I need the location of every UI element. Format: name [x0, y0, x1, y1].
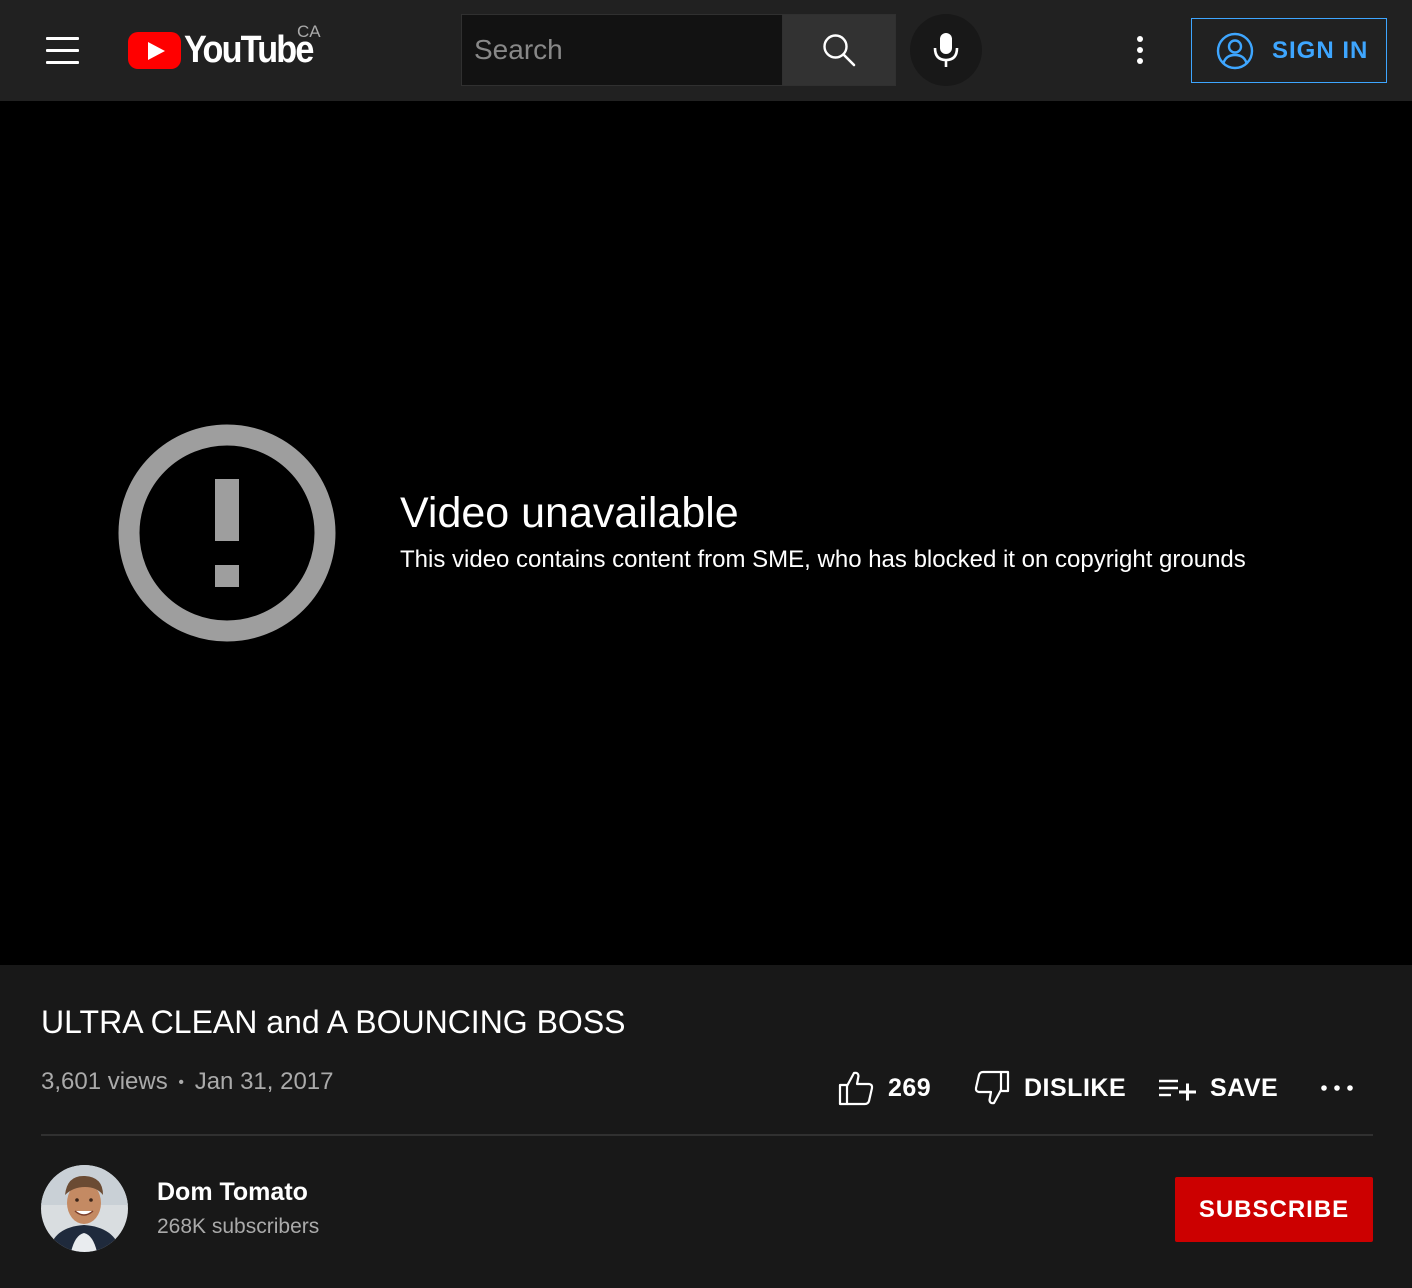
- error-title: Video unavailable: [400, 489, 739, 537]
- channel-avatar-image: [41, 1165, 128, 1252]
- search-input[interactable]: [462, 33, 782, 67]
- thumbs-up-icon: [838, 1071, 874, 1106]
- search-button[interactable]: [782, 14, 896, 86]
- search-box: [461, 14, 782, 86]
- save-button[interactable]: SAVE: [1158, 1066, 1278, 1110]
- microphone-icon: [933, 33, 959, 67]
- youtube-play-icon: [128, 31, 181, 69]
- vertical-dots-icon[interactable]: [1120, 30, 1160, 70]
- like-button[interactable]: 269: [838, 1066, 931, 1110]
- video-title: ULTRA CLEAN and A BOUNCING BOSS: [41, 1004, 626, 1040]
- save-label: SAVE: [1210, 1073, 1279, 1102]
- exclamation-circle-icon: [118, 424, 336, 642]
- error-reason: This video contains content from SME, wh…: [400, 546, 1246, 573]
- sign-in-button[interactable]: SIGN IN: [1191, 18, 1387, 83]
- playlist-add-icon: [1159, 1079, 1196, 1101]
- horizontal-dots-icon[interactable]: [1320, 1066, 1354, 1110]
- voice-search-button[interactable]: [910, 14, 982, 86]
- dislike-button[interactable]: DISLIKE: [974, 1066, 1126, 1110]
- subscribe-button[interactable]: SUBSCRIBE: [1175, 1177, 1373, 1242]
- hamburger-menu-icon[interactable]: [36, 26, 88, 74]
- view-count: 3,601 views: [41, 1068, 168, 1095]
- avatar[interactable]: [41, 1165, 128, 1252]
- sign-in-label: SIGN IN: [1272, 36, 1369, 64]
- video-meta: 3,601 views • Jan 31, 2017: [41, 1068, 334, 1096]
- channel-name[interactable]: Dom Tomato: [157, 1178, 308, 1207]
- logo-text: YouTube: [184, 28, 314, 71]
- meta-separator: •: [178, 1073, 185, 1091]
- subscriber-count: 268K subscribers: [157, 1215, 320, 1238]
- section-divider: [41, 1134, 1373, 1136]
- account-circle-icon: [1216, 32, 1254, 69]
- dislike-label: DISLIKE: [1024, 1073, 1127, 1102]
- thumbs-down-icon: [974, 1070, 1010, 1105]
- upload-date: Jan 31, 2017: [194, 1068, 334, 1095]
- country-code: CA: [297, 22, 321, 41]
- search-icon: [823, 34, 856, 67]
- like-count: 269: [888, 1073, 932, 1102]
- masthead: YouTube CA SIGN IN: [0, 0, 1412, 101]
- video-player[interactable]: Video unavailable This video contains co…: [0, 101, 1412, 965]
